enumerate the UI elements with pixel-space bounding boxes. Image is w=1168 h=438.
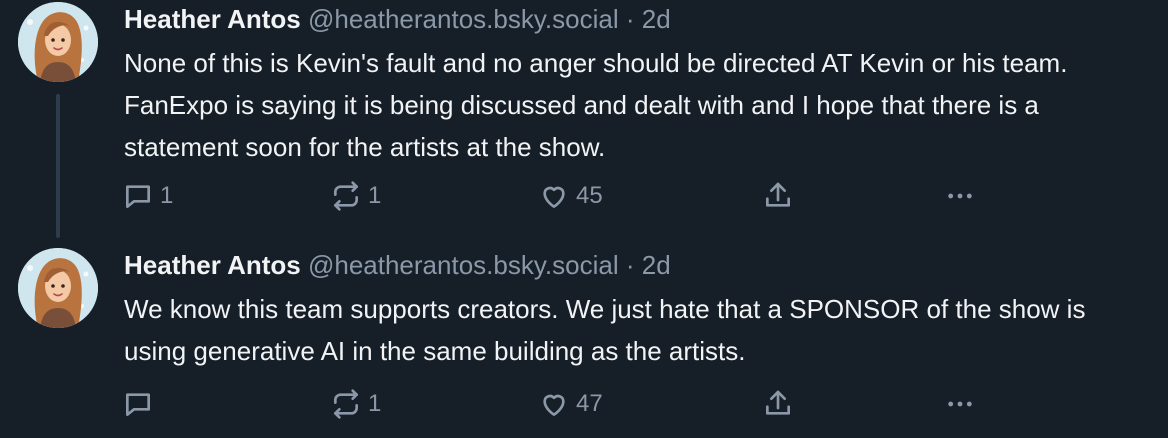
share-icon bbox=[766, 390, 790, 415]
reply-button[interactable]: 1 bbox=[122, 176, 173, 216]
more-options-button[interactable] bbox=[944, 384, 976, 424]
author-name[interactable]: Heather Antos bbox=[124, 250, 301, 280]
post-header: Heather Antos @heatherantos.bsky.social … bbox=[124, 248, 671, 282]
like-count: 47 bbox=[576, 390, 603, 417]
avatar[interactable] bbox=[18, 248, 98, 328]
post-actions: 1 47 bbox=[0, 384, 1168, 424]
post-actions: 1 1 45 bbox=[0, 176, 1168, 216]
reply-icon bbox=[126, 393, 150, 416]
author-handle[interactable]: @heatherantos.bsky.social bbox=[308, 250, 619, 280]
like-button[interactable]: 45 bbox=[538, 176, 603, 216]
more-icon bbox=[948, 401, 972, 407]
repost-icon bbox=[334, 181, 358, 211]
post-timestamp[interactable]: 2d bbox=[642, 250, 671, 280]
share-icon bbox=[766, 182, 790, 207]
post[interactable]: Heather Antos @heatherantos.bsky.social … bbox=[0, 246, 1168, 438]
post-header: Heather Antos @heatherantos.bsky.social … bbox=[124, 2, 671, 36]
post-text: We know this team supports creators. We … bbox=[124, 294, 1086, 366]
repost-button[interactable]: 1 bbox=[330, 384, 381, 424]
more-icon bbox=[948, 193, 972, 199]
avatar-illustration bbox=[18, 248, 98, 328]
like-button[interactable]: 47 bbox=[538, 384, 603, 424]
repost-count: 1 bbox=[368, 182, 382, 209]
reply-icon bbox=[126, 185, 150, 208]
reply-button[interactable] bbox=[122, 384, 160, 424]
thread-line bbox=[56, 94, 60, 238]
repost-button[interactable]: 1 bbox=[330, 176, 381, 216]
author-name[interactable]: Heather Antos bbox=[124, 4, 301, 34]
post-timestamp[interactable]: 2d bbox=[642, 4, 671, 34]
heart-icon bbox=[543, 394, 565, 416]
post-text: None of this is Kevin's fault and no ang… bbox=[124, 48, 1068, 162]
more-options-button[interactable] bbox=[944, 176, 976, 216]
separator-dot: · bbox=[625, 4, 635, 34]
avatar[interactable] bbox=[18, 2, 98, 82]
separator-dot: · bbox=[625, 250, 635, 280]
avatar-illustration bbox=[18, 2, 98, 82]
reply-count: 1 bbox=[160, 182, 174, 209]
share-button[interactable] bbox=[762, 176, 794, 216]
heart-icon bbox=[543, 186, 565, 208]
author-handle[interactable]: @heatherantos.bsky.social bbox=[308, 4, 619, 34]
repost-icon bbox=[334, 389, 358, 419]
post-thread: Heather Antos @heatherantos.bsky.social … bbox=[0, 0, 1168, 438]
like-count: 45 bbox=[576, 182, 603, 209]
repost-count: 1 bbox=[368, 390, 382, 417]
share-button[interactable] bbox=[762, 384, 794, 424]
post[interactable]: Heather Antos @heatherantos.bsky.social … bbox=[0, 0, 1168, 238]
